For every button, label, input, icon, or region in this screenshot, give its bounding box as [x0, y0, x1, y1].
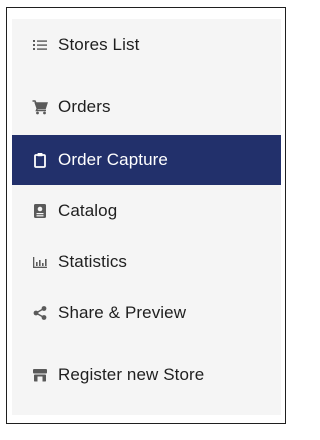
sidebar-item-share-preview[interactable]: Share & Preview [12, 289, 281, 337]
sidebar-nav: Stores List Orders Order Capture Catalog… [12, 19, 281, 415]
sidebar-item-register-new-store[interactable]: Register new Store [12, 351, 281, 399]
sidebar-item-label: Catalog [58, 201, 118, 220]
sidebar-item-label: Register new Store [58, 365, 205, 384]
clipboard-icon [32, 152, 48, 168]
sidebar-item-catalog[interactable]: Catalog [12, 187, 281, 235]
bar-chart-icon [32, 254, 48, 270]
catalog-book-icon [32, 203, 48, 219]
sidebar-item-orders[interactable]: Orders [12, 83, 281, 131]
sidebar-item-statistics[interactable]: Statistics [12, 238, 281, 286]
store-icon [32, 367, 48, 383]
share-icon [32, 305, 48, 321]
sidebar-item-order-capture[interactable]: Order Capture [12, 135, 281, 185]
list-icon [32, 37, 48, 53]
sidebar-item-label: Share & Preview [58, 303, 187, 322]
sidebar-frame: Stores List Orders Order Capture Catalog… [6, 7, 286, 424]
sidebar-item-label: Order Capture [58, 150, 168, 169]
sidebar-item-stores-list[interactable]: Stores List [12, 21, 281, 69]
sidebar-item-label: Stores List [58, 35, 140, 54]
cart-icon [32, 99, 48, 115]
sidebar-item-label: Orders [58, 97, 111, 116]
sidebar-item-label: Statistics [58, 252, 128, 271]
